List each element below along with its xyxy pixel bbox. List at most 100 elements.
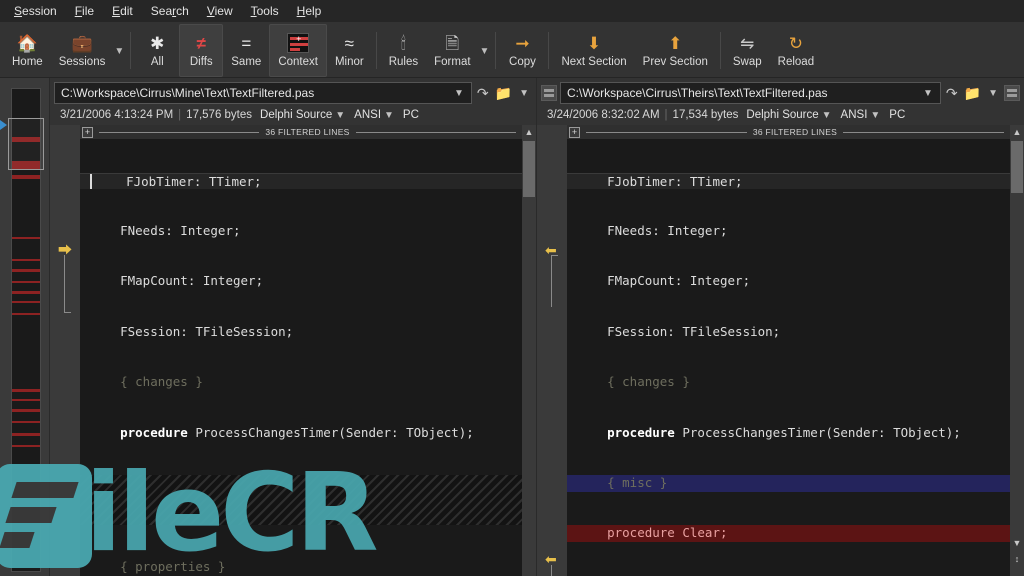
scroll-up-icon[interactable]: ▲ <box>1010 125 1024 139</box>
right-code-text[interactable]: + 36 FILTERED LINES FJobTimer: TTimer; F… <box>567 125 1010 576</box>
code-line[interactable]: FMapCount: Integer; <box>80 273 522 290</box>
menu-item-edit[interactable]: Edit <box>104 0 141 22</box>
toolbar-button-all[interactable]: ✱ All <box>135 24 179 77</box>
code-line[interactable]: FSession: TFileSession; <box>80 324 522 341</box>
toolbar-button-same[interactable]: = Same <box>223 24 269 77</box>
right-gutter[interactable]: ⬅ ⬅ <box>537 125 567 576</box>
code-line[interactable]: { properties } <box>80 559 522 576</box>
toolbar-label-sessions: Sessions <box>58 56 106 68</box>
toolbar-button-format[interactable]: 🗎 Format <box>426 24 478 77</box>
expand-filtered-lines-icon[interactable]: + <box>82 126 93 138</box>
left-compare-toggle-icon[interactable] <box>541 85 557 101</box>
code-line[interactable]: FNeeds: Integer; <box>80 223 522 240</box>
left-scroll-thumb[interactable] <box>523 141 535 197</box>
right-code-area[interactable]: ⬅ ⬅ + 36 FILTERED LINES FJobTimer: TTime… <box>537 125 1024 576</box>
code-line[interactable]: procedure Clear; <box>567 525 1010 543</box>
folder-open-icon[interactable]: 📁 <box>494 85 513 102</box>
menu-item-session[interactable]: Session <box>6 0 65 22</box>
toolbar-button-minor[interactable]: ≈ Minor <box>327 24 372 77</box>
menu-item-help[interactable]: Help <box>289 0 330 22</box>
folder-open-icon[interactable]: 📁 <box>963 85 982 102</box>
diff-overview-map[interactable] <box>0 78 50 576</box>
arrow-right-icon: ➞ <box>515 33 530 53</box>
toolbar-separator <box>719 32 721 69</box>
scroll-down-icon[interactable]: ▼ <box>1010 536 1024 550</box>
left-vertical-scrollbar[interactable]: ▲ <box>522 125 536 576</box>
toolbar-button-copy[interactable]: ➞ Copy <box>500 24 544 77</box>
right-file-eol[interactable]: PC <box>883 109 905 121</box>
format-chevron-down-icon[interactable]: ▼ <box>332 110 348 121</box>
code-line[interactable]: { changes } <box>567 374 1010 391</box>
overview-cursor-icon <box>0 120 7 130</box>
right-path-combobox[interactable]: C:\Workspace\Cirrus\Theirs\Text\TextFilt… <box>560 82 941 104</box>
menu-item-file[interactable]: File <box>67 0 102 22</box>
left-gutter[interactable] <box>50 125 80 576</box>
toolbar-label-diffs: Diffs <box>189 56 213 68</box>
toolbar-button-rules[interactable]: 🕯 Rules <box>381 24 426 77</box>
toolbar-button-reload[interactable]: ↻ Reload <box>770 24 822 77</box>
right-block-1: FJobTimer: TTimer; FNeeds: Integer; FMap… <box>567 139 1010 576</box>
toolbar-separator <box>495 32 497 69</box>
toolbar-button-diffs[interactable]: ≠ Diffs <box>179 24 224 77</box>
overview-diff-marker <box>12 269 40 272</box>
right-filtered-count-top: 36 FILTERED LINES <box>752 127 838 137</box>
right-meta-row: 3/24/2006 8:32:02 AM | 17,534 bytes Delp… <box>539 105 1022 125</box>
right-vertical-scrollbar[interactable]: ▲ ▼ ↕ <box>1010 125 1024 576</box>
left-code-text[interactable]: + 36 FILTERED LINES FJobTimer: TTimer; F… <box>80 125 522 576</box>
right-file-encoding[interactable]: ANSI <box>835 109 868 121</box>
toolbar-button-home[interactable]: 🏠 Home <box>4 24 51 77</box>
code-line[interactable]: FJobTimer: TTimer; <box>567 172 1010 190</box>
left-file-format[interactable]: Delphi Source <box>252 109 332 121</box>
toolbar-button-sessions[interactable]: 💼 Sessions <box>51 24 114 77</box>
expand-filtered-lines-icon[interactable]: + <box>569 126 580 138</box>
refresh-icon[interactable]: ↷ <box>944 85 960 102</box>
chevron-down-icon[interactable]: ▼ <box>920 88 936 99</box>
left-filtered-count-top: 36 FILTERED LINES <box>265 127 350 137</box>
code-line[interactable]: { changes } <box>80 374 522 391</box>
chevron-down-icon[interactable]: ▼ <box>451 88 467 99</box>
code-line-selected[interactable]: { misc } <box>567 474 1010 492</box>
scroll-end-icon[interactable]: ↕ <box>1010 552 1024 566</box>
right-pane-header: C:\Workspace\Cirrus\Theirs\Text\TextFilt… <box>537 78 1024 125</box>
scroll-up-icon[interactable]: ▲ <box>522 125 536 139</box>
right-scroll-thumb[interactable] <box>1011 141 1023 193</box>
overview-viewport-box[interactable] <box>8 118 44 170</box>
left-file-eol[interactable]: PC <box>397 109 419 121</box>
toolbar-button-swap[interactable]: ⇋ Swap <box>725 24 770 77</box>
right-file-format[interactable]: Delphi Source <box>738 109 818 121</box>
encoding-chevron-down-icon[interactable]: ▼ <box>381 110 397 121</box>
encoding-chevron-down-icon[interactable]: ▼ <box>867 110 883 121</box>
folder-dropdown-chevron-down-icon[interactable]: ▼ <box>516 88 532 99</box>
right-compare-toggle-icon[interactable] <box>1004 85 1020 101</box>
toolbar-label-copy: Copy <box>509 56 536 68</box>
right-filter-bar-top[interactable]: + 36 FILTERED LINES <box>567 125 1010 139</box>
gutter-section-bracket <box>551 565 558 576</box>
sessions-dropdown-chevron-down-icon[interactable]: ▼ <box>113 24 126 77</box>
code-line[interactable]: procedure ProcessChangesTimer(Sender: TO… <box>567 425 1010 442</box>
menu-item-search[interactable]: Search <box>143 0 197 22</box>
refresh-icon[interactable]: ↷ <box>475 85 491 102</box>
left-pane-header: C:\Workspace\Cirrus\Mine\Text\TextFilter… <box>50 78 536 125</box>
toolbar-button-next-section[interactable]: ⬇ Next Section <box>553 24 634 77</box>
menu-item-view[interactable]: View <box>199 0 241 22</box>
code-line[interactable]: FNeeds: Integer; <box>567 223 1010 240</box>
folder-dropdown-chevron-down-icon[interactable]: ▼ <box>985 88 1001 99</box>
context-lines-icon: + <box>287 31 310 55</box>
format-dropdown-chevron-down-icon[interactable]: ▼ <box>479 24 492 77</box>
format-chevron-down-icon[interactable]: ▼ <box>819 110 835 121</box>
menu-item-tools[interactable]: Tools <box>243 0 287 22</box>
left-file-encoding[interactable]: ANSI <box>348 109 381 121</box>
format-icon: 🗎 <box>445 33 460 53</box>
toolbar-button-prev-section[interactable]: ⬆ Prev Section <box>635 24 716 77</box>
left-filter-bar-top[interactable]: + 36 FILTERED LINES <box>80 125 522 139</box>
left-code-area[interactable]: + 36 FILTERED LINES FJobTimer: TTimer; F… <box>50 125 536 576</box>
code-line[interactable]: FJobTimer: TTimer; <box>80 172 522 190</box>
code-line[interactable]: FSession: TFileSession; <box>567 324 1010 341</box>
left-path-combobox[interactable]: C:\Workspace\Cirrus\Mine\Text\TextFilter… <box>54 82 472 104</box>
left-meta-row: 3/21/2006 4:13:24 PM | 17,576 bytes Delp… <box>52 105 534 125</box>
gutter-copy-arrow-left-icon[interactable]: ⬅ <box>545 552 557 566</box>
code-line[interactable]: FMapCount: Integer; <box>567 273 1010 290</box>
toolbar-button-context[interactable]: + Context <box>269 24 327 77</box>
code-line[interactable]: procedure ProcessChangesTimer(Sender: TO… <box>80 425 522 442</box>
toolbar-label-home: Home <box>12 56 43 68</box>
